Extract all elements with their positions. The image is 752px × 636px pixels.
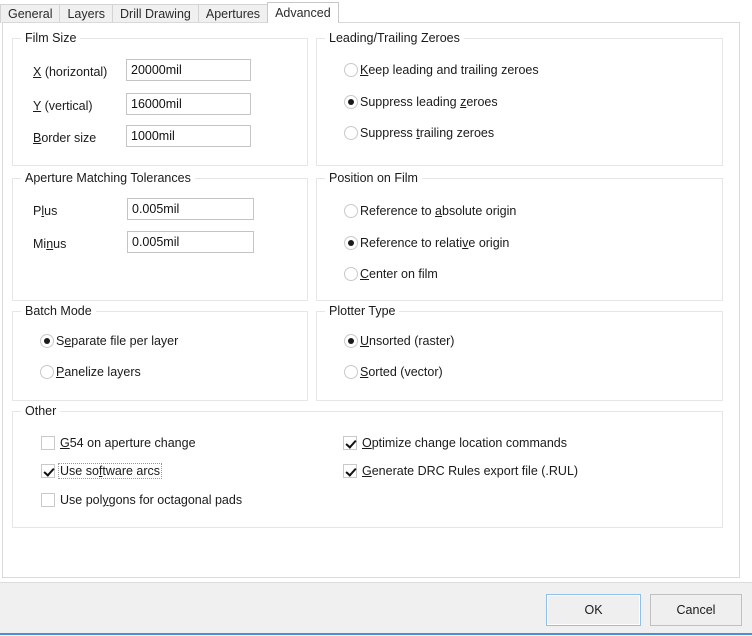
tab-apertures[interactable]: Apertures	[198, 4, 268, 23]
group-film-size-title: Film Size	[21, 31, 80, 45]
radio-sorted-vector-label: Sorted (vector)	[360, 365, 443, 379]
checkbox-use-software-arcs[interactable]: Use software arcs	[41, 463, 162, 479]
tab-general[interactable]: General	[0, 4, 60, 23]
radio-unsorted-raster-label: Unsorted (raster)	[360, 334, 454, 348]
group-aperture-matching-tolerances: Aperture Matching Tolerances Plus Minus	[12, 178, 308, 301]
radio-indicator	[344, 204, 358, 218]
radio-reference-relative-origin-label: Reference to relative origin	[360, 236, 509, 250]
radio-reference-absolute-origin[interactable]: Reference to absolute origin	[344, 204, 516, 218]
radio-suppress-leading-zeroes-label: Suppress leading zeroes	[360, 95, 498, 109]
group-position-on-film: Position on Film Reference to absolute o…	[316, 178, 723, 301]
label-tolerance-plus: Plus	[33, 204, 57, 218]
checkbox-indicator	[343, 436, 357, 450]
radio-keep-leading-trailing-zeroes-label: Keep leading and trailing zeroes	[360, 63, 539, 77]
tab-drill-drawing[interactable]: Drill Drawing	[112, 4, 199, 23]
radio-separate-file-per-layer[interactable]: Separate file per layer	[40, 334, 178, 348]
radio-indicator	[344, 63, 358, 77]
label-border-size: Border size	[33, 131, 96, 145]
checkbox-indicator	[41, 436, 55, 450]
checkbox-indicator	[41, 464, 55, 478]
tab-advanced-label: Advanced	[275, 6, 331, 20]
radio-indicator	[344, 365, 358, 379]
group-other: Other G54 on aperture change Use softwar…	[12, 411, 723, 528]
tab-general-label: General	[8, 7, 52, 21]
radio-indicator	[40, 365, 54, 379]
radio-indicator	[344, 334, 358, 348]
group-tolerances-title: Aperture Matching Tolerances	[21, 171, 195, 185]
checkbox-generate-drc-rules-export-file[interactable]: Generate DRC Rules export file (.RUL)	[343, 463, 580, 479]
group-plotter-type: Plotter Type Unsorted (raster) Sorted (v…	[316, 311, 723, 401]
radio-unsorted-raster[interactable]: Unsorted (raster)	[344, 334, 454, 348]
radio-center-on-film-label: Center on film	[360, 267, 438, 281]
radio-suppress-leading-zeroes[interactable]: Suppress leading zeroes	[344, 95, 498, 109]
label-tolerance-minus: Minus	[33, 237, 66, 251]
group-leading-trailing-zeroes: Leading/Trailing Zeroes Keep leading and…	[316, 38, 723, 166]
tab-apertures-label: Apertures	[206, 7, 260, 21]
group-batch-mode-title: Batch Mode	[21, 304, 96, 318]
radio-keep-leading-trailing-zeroes[interactable]: Keep leading and trailing zeroes	[344, 63, 539, 77]
ok-button[interactable]: OK	[546, 594, 641, 626]
tab-drill-drawing-label: Drill Drawing	[120, 7, 191, 21]
group-other-title: Other	[21, 404, 60, 418]
cancel-button[interactable]: Cancel	[650, 594, 742, 626]
checkbox-optimize-change-location-commands-label: Optimize change location commands	[360, 435, 569, 451]
radio-indicator	[344, 236, 358, 250]
group-position-title: Position on Film	[325, 171, 422, 185]
checkbox-generate-drc-rules-export-file-label: Generate DRC Rules export file (.RUL)	[360, 463, 580, 479]
input-tolerance-plus[interactable]	[127, 198, 254, 220]
input-film-x[interactable]	[126, 59, 251, 81]
tab-layers-label: Layers	[67, 7, 105, 21]
radio-separate-file-per-layer-label: Separate file per layer	[56, 334, 178, 348]
radio-indicator	[344, 126, 358, 140]
radio-suppress-trailing-zeroes[interactable]: Suppress trailing zeroes	[344, 126, 494, 140]
tab-advanced[interactable]: Advanced	[267, 2, 339, 23]
radio-reference-relative-origin[interactable]: Reference to relative origin	[344, 236, 509, 250]
radio-center-on-film[interactable]: Center on film	[344, 267, 438, 281]
checkbox-use-polygons-octagonal-pads[interactable]: Use polygons for octagonal pads	[41, 492, 244, 508]
tab-strip: General Layers Drill Drawing Apertures A…	[0, 2, 752, 23]
tab-layers[interactable]: Layers	[59, 4, 113, 23]
radio-reference-absolute-origin-label: Reference to absolute origin	[360, 204, 516, 218]
radio-indicator	[344, 95, 358, 109]
dialog-footer: OK Cancel	[0, 582, 752, 635]
checkbox-optimize-change-location-commands[interactable]: Optimize change location commands	[343, 435, 569, 451]
group-zeroes-title: Leading/Trailing Zeroes	[325, 31, 464, 45]
checkbox-use-software-arcs-label: Use software arcs	[58, 463, 162, 479]
radio-indicator	[40, 334, 54, 348]
radio-indicator	[344, 267, 358, 281]
group-batch-mode: Batch Mode Separate file per layer Panel…	[12, 311, 308, 401]
label-film-y: Y (vertical)	[33, 99, 93, 113]
checkbox-g54-on-aperture-change-label: G54 on aperture change	[58, 435, 198, 451]
checkbox-indicator	[343, 464, 357, 478]
group-film-size: Film Size X (horizontal) Y (vertical) Bo…	[12, 38, 308, 166]
checkbox-g54-on-aperture-change[interactable]: G54 on aperture change	[41, 435, 198, 451]
checkbox-indicator	[41, 493, 55, 507]
radio-panelize-layers-label: Panelize layers	[56, 365, 141, 379]
advanced-settings-panel: Film Size X (horizontal) Y (vertical) Bo…	[2, 22, 740, 578]
radio-sorted-vector[interactable]: Sorted (vector)	[344, 365, 443, 379]
radio-suppress-trailing-zeroes-label: Suppress trailing zeroes	[360, 126, 494, 140]
label-film-x: X (horizontal)	[33, 65, 107, 79]
checkbox-use-polygons-octagonal-pads-label: Use polygons for octagonal pads	[58, 492, 244, 508]
input-border-size[interactable]	[126, 125, 251, 147]
input-tolerance-minus[interactable]	[127, 231, 254, 253]
group-plotter-type-title: Plotter Type	[325, 304, 399, 318]
radio-panelize-layers[interactable]: Panelize layers	[40, 365, 141, 379]
input-film-y[interactable]	[126, 93, 251, 115]
